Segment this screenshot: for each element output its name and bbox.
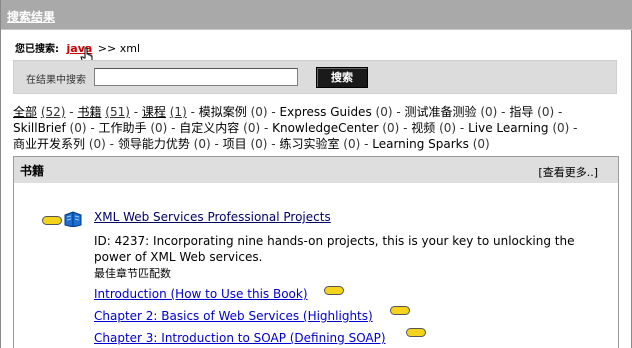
filter-separator: - — [360, 137, 373, 151]
filter-count: (0) — [250, 105, 268, 119]
content-type-filters: 全部 (52) - 书籍 (51) - 课程 (1) - 模拟案例 (0) - … — [13, 104, 617, 152]
filter-label: Live Learning — [468, 121, 549, 135]
search-input[interactable] — [94, 68, 298, 86]
relevance-badge-icon — [390, 306, 410, 315]
filter-item[interactable]: Express Guides (0) — [280, 105, 393, 119]
filter-label: 视频 — [411, 121, 436, 135]
filter-separator: - — [456, 121, 469, 135]
filter-item[interactable]: Live Learning (0) — [468, 121, 569, 135]
filter-separator: - — [267, 105, 280, 119]
filter-separator: - — [497, 105, 510, 119]
filter-item[interactable]: Learning Sparks (0) — [372, 137, 489, 151]
filter-item[interactable]: 模拟案例 (0) — [199, 105, 268, 119]
filter-count: (0) — [69, 121, 87, 135]
results-window: 搜索结果 您已搜索: java >> xml 在结果中搜索 搜索 全部 (52)… — [0, 0, 632, 348]
filter-count: (0) — [472, 137, 490, 151]
filter-item[interactable]: 工作助手 (0) — [98, 121, 167, 135]
filter-separator: - — [554, 105, 563, 119]
filter-label: 书籍 — [77, 105, 102, 119]
filter-item[interactable]: 测试准备测验 (0) — [405, 105, 498, 119]
filter-label: SkillBrief — [13, 121, 66, 135]
filter-item[interactable]: KnowledgeCenter (0) — [272, 121, 399, 135]
filter-item[interactable]: 全部 (52) — [13, 105, 65, 119]
filter-count: (1) — [169, 105, 187, 119]
book-description: ID: 4237: Incorporating nine hands-on pr… — [94, 234, 575, 264]
filter-count: (0) — [250, 137, 268, 151]
chapter-link[interactable]: Introduction (How to Use this Book) — [94, 287, 308, 301]
breadcrumb-prefix: 您已搜索: — [15, 44, 59, 55]
filter-item[interactable]: 书籍 (51) — [77, 105, 129, 119]
filter-count: (0) — [537, 105, 555, 119]
filter-label: 项目 — [222, 137, 247, 151]
filter-count: (0) — [88, 137, 106, 151]
filter-item[interactable]: SkillBrief (0) — [13, 121, 87, 135]
filter-count: (0) — [552, 121, 570, 135]
filter-label: 领导能力优势 — [117, 137, 190, 151]
relevance-badge-icon — [406, 328, 426, 337]
filter-item[interactable]: 视频 (0) — [411, 121, 456, 135]
filter-count: (0) — [193, 137, 211, 151]
filter-label: 练习实验室 — [279, 137, 340, 151]
filter-separator: - — [569, 121, 578, 135]
filter-separator: - — [129, 105, 142, 119]
filter-separator: - — [65, 105, 78, 119]
filter-count: (52) — [40, 105, 66, 119]
filter-label: 课程 — [141, 105, 166, 119]
filter-count: (0) — [375, 105, 393, 119]
filter-count: (0) — [439, 121, 457, 135]
book-title-link[interactable]: XML Web Services Professional Projects — [94, 210, 331, 224]
filter-item[interactable]: 练习实验室 (0) — [279, 137, 360, 151]
filter-count: (0) — [150, 121, 168, 135]
breadcrumb: 您已搜索: java >> xml — [15, 40, 140, 55]
page-title: 搜索结果 — [7, 10, 56, 24]
filter-label: 测试准备测验 — [404, 105, 477, 119]
filter-label: 指导 — [509, 105, 534, 119]
relevance-badge-icon — [324, 286, 344, 295]
filter-separator: - — [186, 105, 199, 119]
filter-label: Learning Sparks — [372, 137, 469, 151]
filter-count: (0) — [480, 105, 498, 119]
search-button[interactable]: 搜索 — [316, 67, 368, 88]
filter-item[interactable]: 课程 (1) — [142, 105, 187, 119]
chapter-link[interactable]: Chapter 3: Introduction to SOAP (Definin… — [94, 331, 386, 345]
search-within-results-bar: 在结果中搜索 搜索 — [13, 60, 617, 94]
filter-separator: - — [210, 137, 223, 151]
filter-separator: - — [392, 105, 405, 119]
book-icon — [64, 211, 82, 227]
filter-label: KnowledgeCenter — [272, 121, 379, 135]
filter-label: 自定义内容 — [179, 121, 240, 135]
section-title: 书籍 — [20, 164, 45, 178]
best-chapters-label: 最佳章节匹配数 — [94, 267, 171, 280]
filter-label: Express Guides — [279, 105, 372, 119]
filter-separator: - — [105, 137, 118, 151]
filter-count: (0) — [343, 137, 361, 151]
see-more-link[interactable]: [查看更多..] — [538, 164, 598, 180]
filter-label: 全部 — [13, 105, 38, 119]
section-header: 书籍 [查看更多..] — [14, 157, 618, 183]
filter-item[interactable]: 商业开发系列 (0) — [13, 137, 106, 151]
filter-item[interactable]: 指导 (0) — [509, 105, 554, 119]
filter-separator: - — [86, 121, 99, 135]
filter-count: (0) — [243, 121, 261, 135]
filter-label: 模拟案例 — [198, 105, 247, 119]
books-section: 书籍 [查看更多..] XML Web Services Professiona… — [13, 156, 619, 348]
filter-count: (0) — [382, 121, 400, 135]
filter-item[interactable]: 领导能力优势 (0) — [118, 137, 211, 151]
filter-separator: - — [267, 137, 280, 151]
filter-separator: - — [167, 121, 180, 135]
filter-separator: - — [260, 121, 273, 135]
filter-separator: - — [399, 121, 412, 135]
chapter-link[interactable]: Chapter 2: Basics of Web Services (Highl… — [94, 309, 373, 323]
filter-count: (51) — [105, 105, 130, 119]
filter-label: 商业开发系列 — [13, 137, 86, 151]
search-label: 在结果中搜索 — [26, 75, 86, 86]
filter-label: 工作助手 — [98, 121, 147, 135]
filter-item[interactable]: 项目 (0) — [223, 137, 268, 151]
relevance-badge-icon — [42, 216, 62, 225]
breadcrumb-current: >> xml — [97, 42, 141, 55]
results-header: 搜索结果 — [1, 0, 632, 30]
filter-item[interactable]: 自定义内容 (0) — [179, 121, 260, 135]
